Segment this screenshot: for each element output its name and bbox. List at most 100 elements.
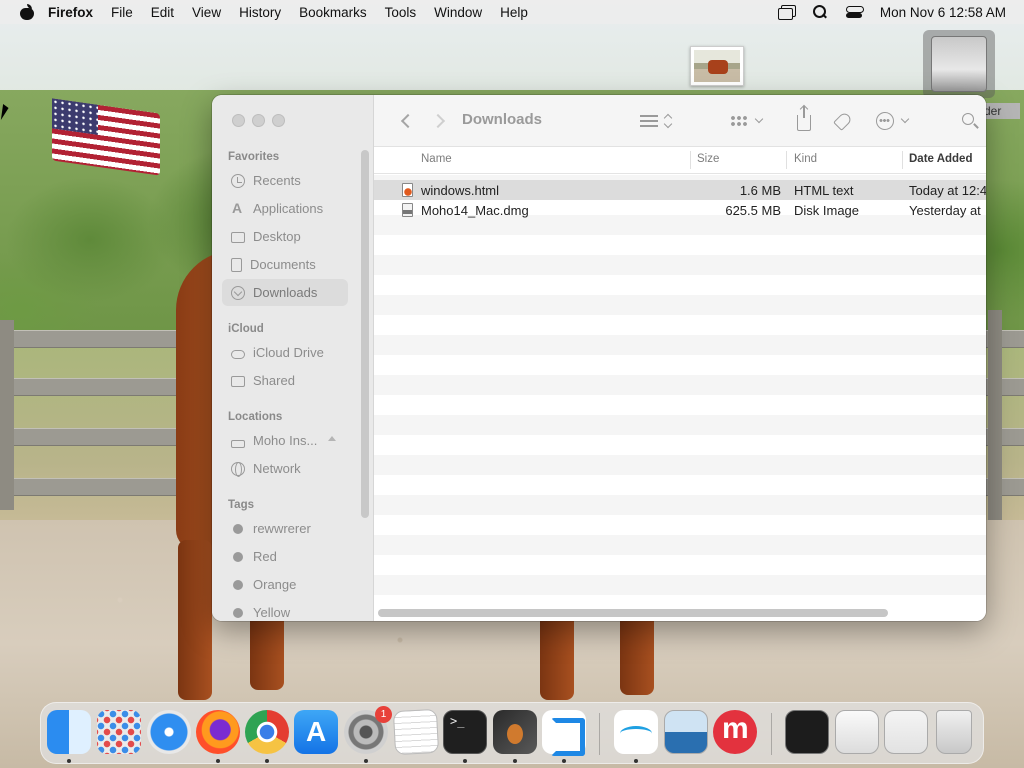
sidebar-section-tags: Tags — [228, 499, 254, 511]
dock-freeform-icon[interactable] — [614, 710, 658, 754]
desktop-drive-icon[interactable] — [923, 30, 995, 98]
group-button[interactable] — [726, 109, 766, 133]
menu-history[interactable]: History — [239, 5, 281, 20]
dock-terminal-icon[interactable] — [443, 710, 487, 754]
grid-icon — [730, 115, 748, 127]
dock-chrome-icon[interactable] — [245, 710, 289, 754]
sidebar-item-label: Shared — [253, 373, 295, 388]
dock-running-indicator — [216, 759, 220, 763]
horse-leg — [178, 540, 212, 700]
column-divider[interactable] — [690, 151, 691, 169]
file-row[interactable]: Moho14_Mac.dmg 625.5 MB Disk Image Yeste… — [374, 200, 986, 220]
view-mode-button[interactable] — [636, 109, 676, 133]
clock-icon — [231, 173, 245, 188]
eject-icon[interactable] — [328, 436, 336, 441]
dock-separator — [771, 713, 772, 755]
file-row[interactable]: windows.html 1.6 MB HTML text Today at 1… — [374, 180, 986, 200]
column-divider[interactable] — [786, 151, 787, 169]
sidebar-item-icloud-drive[interactable]: iCloud Drive — [222, 339, 348, 366]
sidebar-item-documents[interactable]: Documents — [222, 251, 348, 278]
search-button[interactable] — [958, 109, 982, 133]
dock-trash-icon[interactable] — [936, 710, 972, 754]
file-kind: HTML text — [794, 183, 854, 198]
fence-post — [988, 310, 1002, 520]
dock-minimized-window-icon[interactable] — [785, 710, 829, 754]
column-header-size[interactable]: Size — [697, 153, 719, 165]
menu-window[interactable]: Window — [434, 5, 482, 20]
spotlight-search-icon[interactable] — [812, 5, 828, 19]
menu-help[interactable]: Help — [500, 5, 528, 20]
dock-running-indicator — [463, 759, 467, 763]
sidebar-item-recents[interactable]: Recents — [222, 167, 348, 194]
sidebar-item-downloads[interactable]: Downloads — [222, 279, 348, 306]
sidebar-item-applications[interactable]: Applications — [222, 195, 348, 222]
menu-clock[interactable]: Mon Nov 6 12:58 AM — [880, 5, 1006, 20]
dock-vscode-icon[interactable] — [542, 710, 586, 756]
desktop-image-file-icon[interactable] — [690, 46, 744, 86]
dock-firefox-icon[interactable] — [196, 710, 240, 754]
dock-app-store-icon[interactable] — [294, 710, 338, 754]
sidebar-tag-rewwrerer[interactable]: rewwrerer — [222, 515, 348, 542]
file-size: 625.5 MB — [725, 203, 781, 218]
menu-app-name[interactable]: Firefox — [48, 5, 93, 20]
column-header-date-added[interactable]: Date Added — [909, 153, 972, 165]
horse-leg — [540, 610, 574, 700]
menu-bar: Firefox File Edit View History Bookmarks… — [0, 0, 1024, 24]
chevron-left-icon — [400, 113, 416, 129]
tag-color-dot-icon — [233, 523, 243, 534]
menu-edit[interactable]: Edit — [151, 5, 174, 20]
ellipsis-circle-icon — [876, 112, 894, 130]
apple-menu-icon[interactable] — [20, 4, 34, 20]
sidebar-section-locations: Locations — [228, 411, 283, 423]
forward-button[interactable] — [426, 109, 450, 133]
dock-finder-icon[interactable] — [47, 710, 91, 754]
dock-preview-icon[interactable] — [664, 710, 708, 754]
sidebar-item-label: rewwrerer — [253, 521, 311, 536]
more-actions-button[interactable] — [874, 109, 910, 133]
menu-tools[interactable]: Tools — [385, 5, 417, 20]
chevron-down-icon — [754, 114, 764, 124]
minimize-button[interactable] — [252, 114, 265, 127]
sidebar-section-favorites: Favorites — [228, 151, 280, 163]
dock-textedit-icon[interactable] — [392, 708, 440, 756]
dock-minimized-window-icon[interactable] — [835, 710, 879, 754]
dock-garageband-icon[interactable] — [493, 710, 537, 754]
chevron-right-icon — [430, 113, 446, 129]
dock-minimized-window-icon[interactable] — [884, 710, 928, 754]
dock-safari-icon[interactable] — [147, 710, 191, 754]
windows-icon[interactable] — [777, 5, 796, 20]
shared-folder-icon — [231, 376, 245, 387]
sidebar-scrollbar[interactable] — [361, 150, 369, 518]
sidebar-item-moho-installer[interactable]: Moho Ins... — [222, 427, 348, 454]
zoom-button[interactable] — [272, 114, 285, 127]
share-button[interactable] — [792, 106, 816, 133]
sidebar-tag-orange[interactable]: Orange — [222, 571, 348, 598]
dock-moho-icon[interactable] — [713, 710, 757, 754]
column-divider[interactable] — [902, 151, 903, 169]
control-center-icon[interactable] — [845, 5, 864, 19]
column-header-kind[interactable]: Kind — [794, 153, 817, 165]
close-button[interactable] — [232, 114, 245, 127]
dock-launchpad-icon[interactable] — [97, 710, 141, 754]
sidebar-tag-yellow[interactable]: Yellow — [222, 599, 348, 621]
sidebar-tag-red[interactable]: Red — [222, 543, 348, 570]
tag-color-dot-icon — [233, 607, 243, 618]
sidebar-item-network[interactable]: Network — [222, 455, 348, 482]
file-size: 1.6 MB — [739, 183, 781, 198]
menu-file[interactable]: File — [111, 5, 133, 20]
horizontal-scrollbar[interactable] — [378, 609, 888, 617]
menu-bookmarks[interactable]: Bookmarks — [299, 5, 367, 20]
menu-view[interactable]: View — [192, 5, 221, 20]
column-header-name[interactable]: Name — [421, 153, 452, 165]
desktop-drive-label[interactable]: der — [980, 103, 1020, 119]
file-name: windows.html — [421, 183, 500, 198]
sidebar-item-desktop[interactable]: Desktop — [222, 223, 348, 250]
dock-running-indicator — [562, 759, 566, 763]
dock-system-settings-icon[interactable]: 1 — [344, 706, 392, 754]
back-button[interactable] — [396, 109, 420, 133]
tags-button[interactable] — [831, 109, 855, 133]
desktop-icon — [231, 232, 245, 243]
dock: 1 — [40, 702, 984, 764]
sidebar-item-shared[interactable]: Shared — [222, 367, 348, 394]
cloud-icon — [231, 350, 245, 359]
